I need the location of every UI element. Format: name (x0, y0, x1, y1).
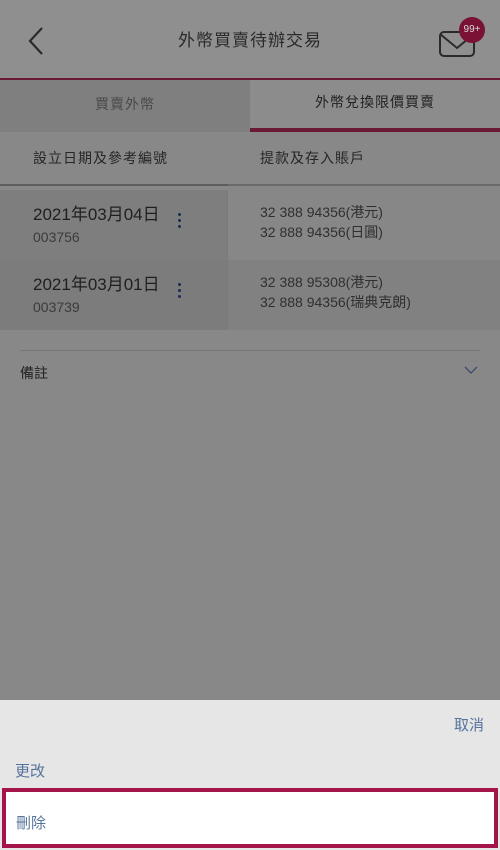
row-reference: 003739 (33, 299, 80, 315)
column-header-date-ref: 設立日期及參考編號 (0, 134, 228, 186)
cancel-button[interactable]: 取消 (454, 714, 484, 735)
notification-badge: 99+ (459, 17, 485, 43)
table-row[interactable]: 2021年03月01日 003739 32 388 95308(港元) 32 8… (0, 260, 500, 330)
row-date-cell: 2021年03月04日 003756 (0, 190, 227, 260)
chevron-down-icon (464, 366, 478, 374)
row-accounts-cell: 32 388 94356(港元) 32 888 94356(日圓) (227, 190, 500, 260)
remark-expander[interactable]: 備註 (20, 350, 480, 390)
deposit-account: 32 888 94356(瑞典克朗) (260, 294, 411, 310)
row-date-cell: 2021年03月01日 003739 (0, 260, 227, 330)
table-header: 設立日期及參考編號 提款及存入賬戶 (0, 134, 500, 186)
more-vertical-icon[interactable] (174, 213, 184, 235)
tab-fx-limit-order[interactable]: 外幣兌換限價買賣 (250, 80, 500, 132)
table-row[interactable]: 2021年03月04日 003756 32 388 94356(港元) 32 8… (0, 190, 500, 260)
withdraw-account: 32 388 95308(港元) (260, 274, 383, 290)
row-date: 2021年03月01日 (33, 275, 160, 294)
delete-label: 刪除 (16, 814, 47, 832)
row-reference: 003756 (33, 229, 80, 245)
deposit-account: 32 888 94356(日圓) (260, 224, 383, 240)
delete-button[interactable]: 刪除 (2, 788, 498, 848)
edit-button[interactable]: 更改 (15, 760, 45, 781)
header-bar: 外幣買賣待辦交易 99+ (0, 0, 500, 80)
column-header-accounts: 提款及存入賬戶 (228, 134, 500, 186)
tab-bar: 買賣外幣 外幣兌換限價買賣 (0, 80, 500, 132)
remark-label: 備註 (20, 366, 48, 382)
page-title: 外幣買賣待辦交易 (178, 31, 322, 51)
tab-fx-trade[interactable]: 買賣外幣 (0, 80, 250, 132)
withdraw-account: 32 388 94356(港元) (260, 204, 383, 220)
transactions-page: 外幣買賣待辦交易 99+ 買賣外幣 外幣兌換限價買賣 設立日期及參考編號 提款及… (0, 0, 500, 700)
action-sheet: 取消 更改 刪除 (0, 700, 500, 850)
row-date: 2021年03月04日 (33, 205, 160, 224)
more-vertical-icon[interactable] (174, 283, 184, 305)
row-accounts-cell: 32 388 95308(港元) 32 888 94356(瑞典克朗) (227, 260, 500, 330)
